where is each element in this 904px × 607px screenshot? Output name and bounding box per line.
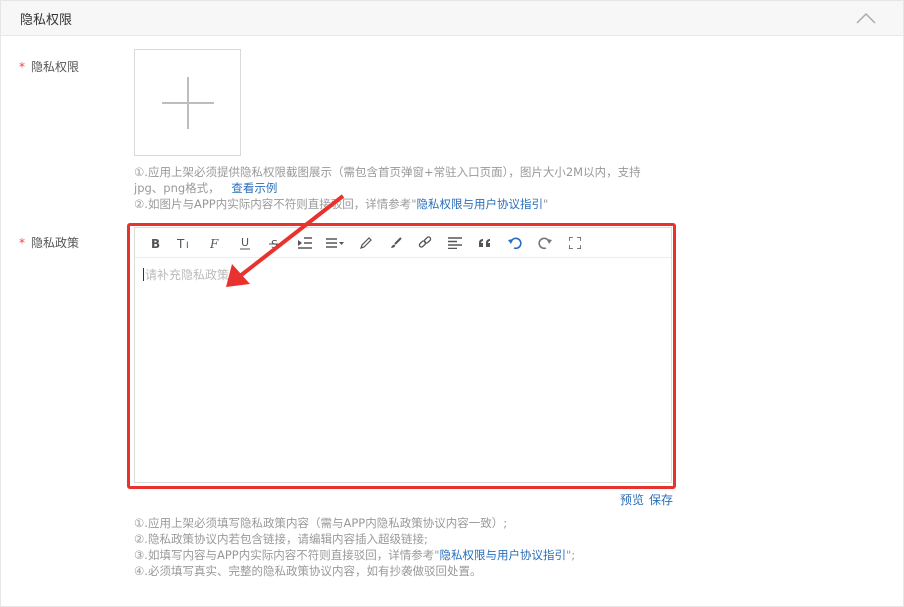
privacy-policy-label: * 隐私政策 — [19, 234, 79, 251]
hint-text: jpg、png格式， — [134, 181, 220, 195]
privacy-policy-hint-1: ①.应用上架必须填写隐私政策内容（需与APP内隐私政策协议内容一致）; — [134, 516, 508, 530]
privacy-permission-hint-2: jpg、png格式， 查看示例 — [134, 180, 277, 196]
privacy-guide-link[interactable]: 隐私权限与用户协议指引 — [440, 548, 567, 562]
privacy-permission-label-text: 隐私权限 — [31, 60, 80, 74]
hint-text: " — [543, 197, 549, 211]
screenshot-upload-button[interactable] — [134, 49, 241, 156]
annotation-highlight-box — [127, 223, 676, 489]
plus-icon — [162, 77, 214, 129]
privacy-policy-label-text: 隐私政策 — [31, 236, 80, 250]
view-example-link[interactable]: 查看示例 — [231, 181, 277, 195]
preview-button[interactable]: 预览 — [620, 493, 644, 507]
privacy-policy-hint-2: ②.隐私政策协议内若包含链接，请编辑内容插入超级链接; — [134, 532, 428, 546]
privacy-permission-label: * 隐私权限 — [19, 58, 79, 75]
hint-text: ③.如填写内容与APP内实际内容不符则直接驳回，详情参考" — [134, 548, 440, 562]
hint-text: "; — [566, 548, 576, 562]
section-title: 隐私权限 — [20, 13, 73, 28]
required-mark: * — [19, 236, 25, 250]
privacy-policy-hint-3: ③.如填写内容与APP内实际内容不符则直接驳回，详情参考"隐私权限与用户协议指引… — [134, 547, 575, 563]
privacy-permission-hint-3: ②.如图片与APP内实际内容不符则直接驳回，详情参考"隐私权限与用户协议指引" — [134, 196, 548, 212]
privacy-permission-hint-1: ①.应用上架必须提供隐私权限截图展示（需包含首页弹窗+常驻入口页面），图片大小2… — [134, 165, 641, 179]
privacy-policy-hint-4: ④.必须填写真实、完整的隐私政策协议内容，如有抄袭做驳回处置。 — [134, 564, 482, 578]
required-mark: * — [19, 60, 25, 74]
chevron-up-icon[interactable] — [853, 8, 879, 28]
save-button[interactable]: 保存 — [649, 493, 673, 507]
editor-actions: 预览 保存 — [620, 491, 678, 508]
section-header[interactable]: 隐私权限 — [1, 1, 903, 36]
hint-text: ②.如图片与APP内实际内容不符则直接驳回，详情参考" — [134, 197, 417, 211]
privacy-guide-link[interactable]: 隐私权限与用户协议指引 — [417, 197, 544, 211]
